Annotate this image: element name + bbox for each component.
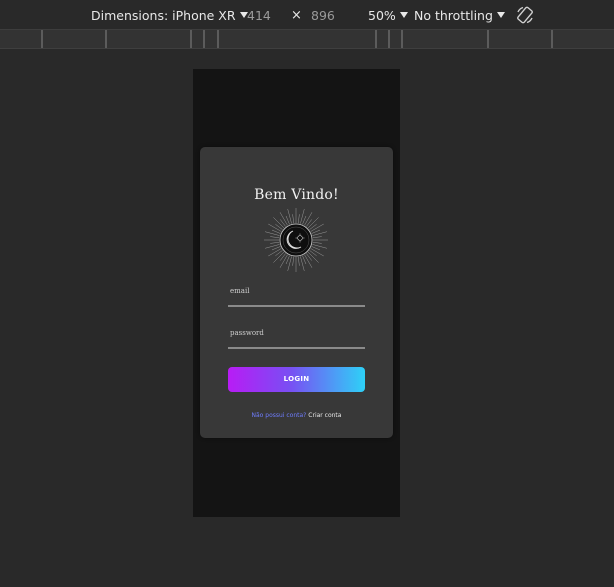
ruler-tick[interactable]	[401, 30, 403, 48]
sunburst-ray	[304, 212, 313, 226]
rotate-icon[interactable]	[515, 5, 535, 25]
sunburst-ray	[285, 215, 290, 225]
ruler-tick[interactable]	[551, 30, 553, 48]
sunburst-ray	[279, 254, 288, 268]
ruler-tick[interactable]	[487, 30, 489, 48]
sunburst-ray	[270, 236, 280, 239]
sunburst-ray	[302, 255, 307, 265]
email-placeholder: email	[230, 287, 250, 295]
sunburst-ray	[297, 256, 300, 266]
chevron-down-icon	[399, 12, 408, 18]
device-select-label: Dimensions: iPhone XR	[91, 8, 236, 23]
sunburst-ray	[270, 241, 280, 244]
sunburst-ray	[273, 251, 285, 263]
device-select[interactable]: Dimensions: iPhone XR	[91, 0, 248, 29]
sunburst-ray	[271, 246, 281, 251]
throttling-select[interactable]: No throttling	[414, 0, 505, 29]
throttling-select-label: No throttling	[414, 8, 493, 23]
zoom-select-label: 50%	[368, 8, 396, 23]
sunburst-ray	[312, 236, 322, 239]
chevron-down-icon	[496, 12, 505, 18]
sunburst-ray	[268, 223, 282, 232]
login-button[interactable]: LOGIN	[228, 367, 365, 392]
ruler-tick[interactable]	[203, 30, 205, 48]
sunburst-ray	[302, 215, 307, 225]
devtools-device-toolbar: Dimensions: iPhone XR 414 × 896 50% No t…	[0, 0, 614, 30]
password-placeholder: password	[230, 329, 264, 337]
moon-sun-emblem-icon	[264, 208, 328, 272]
signup-prompt: Não possui conta?	[251, 412, 307, 419]
sunburst-ray	[312, 241, 322, 244]
sunburst-ray	[271, 229, 281, 234]
sunburst-ray	[279, 212, 288, 226]
sunburst-ray	[292, 214, 295, 224]
ruler-tick[interactable]	[105, 30, 107, 48]
sunburst-ray	[307, 251, 319, 263]
sunburst-ray	[297, 214, 300, 224]
ruler-tick[interactable]	[375, 30, 377, 48]
sunburst-ray	[268, 248, 282, 257]
sunburst-ray	[307, 217, 319, 229]
ruler-tick[interactable]	[41, 30, 43, 48]
page-title: Bem Vindo!	[254, 187, 339, 203]
height-input[interactable]: 896	[311, 0, 335, 29]
email-field[interactable]: email	[228, 287, 365, 307]
width-input[interactable]: 414	[247, 0, 271, 29]
zoom-select[interactable]: 50%	[368, 0, 408, 29]
ruler-tick[interactable]	[190, 30, 192, 48]
login-card: Bem Vindo! email password LOGIN Não poss…	[200, 147, 393, 438]
sunburst-ray	[273, 217, 285, 229]
dimension-separator: ×	[291, 8, 302, 23]
sunburst-ray	[310, 223, 324, 232]
ruler-tick[interactable]	[217, 30, 219, 48]
ruler-tick[interactable]	[388, 30, 390, 48]
signup-prompt-line: Não possui conta? Criar conta	[200, 412, 393, 419]
sunburst-ray	[311, 229, 321, 234]
password-field[interactable]: password	[228, 329, 365, 349]
media-query-ruler	[0, 30, 614, 49]
sunburst-ray	[285, 255, 290, 265]
signup-link[interactable]: Criar conta	[308, 412, 341, 419]
sunburst-ray	[311, 246, 321, 251]
sunburst-ray	[310, 248, 324, 257]
sunburst-ray	[304, 254, 313, 268]
sunburst-ray	[292, 256, 295, 266]
